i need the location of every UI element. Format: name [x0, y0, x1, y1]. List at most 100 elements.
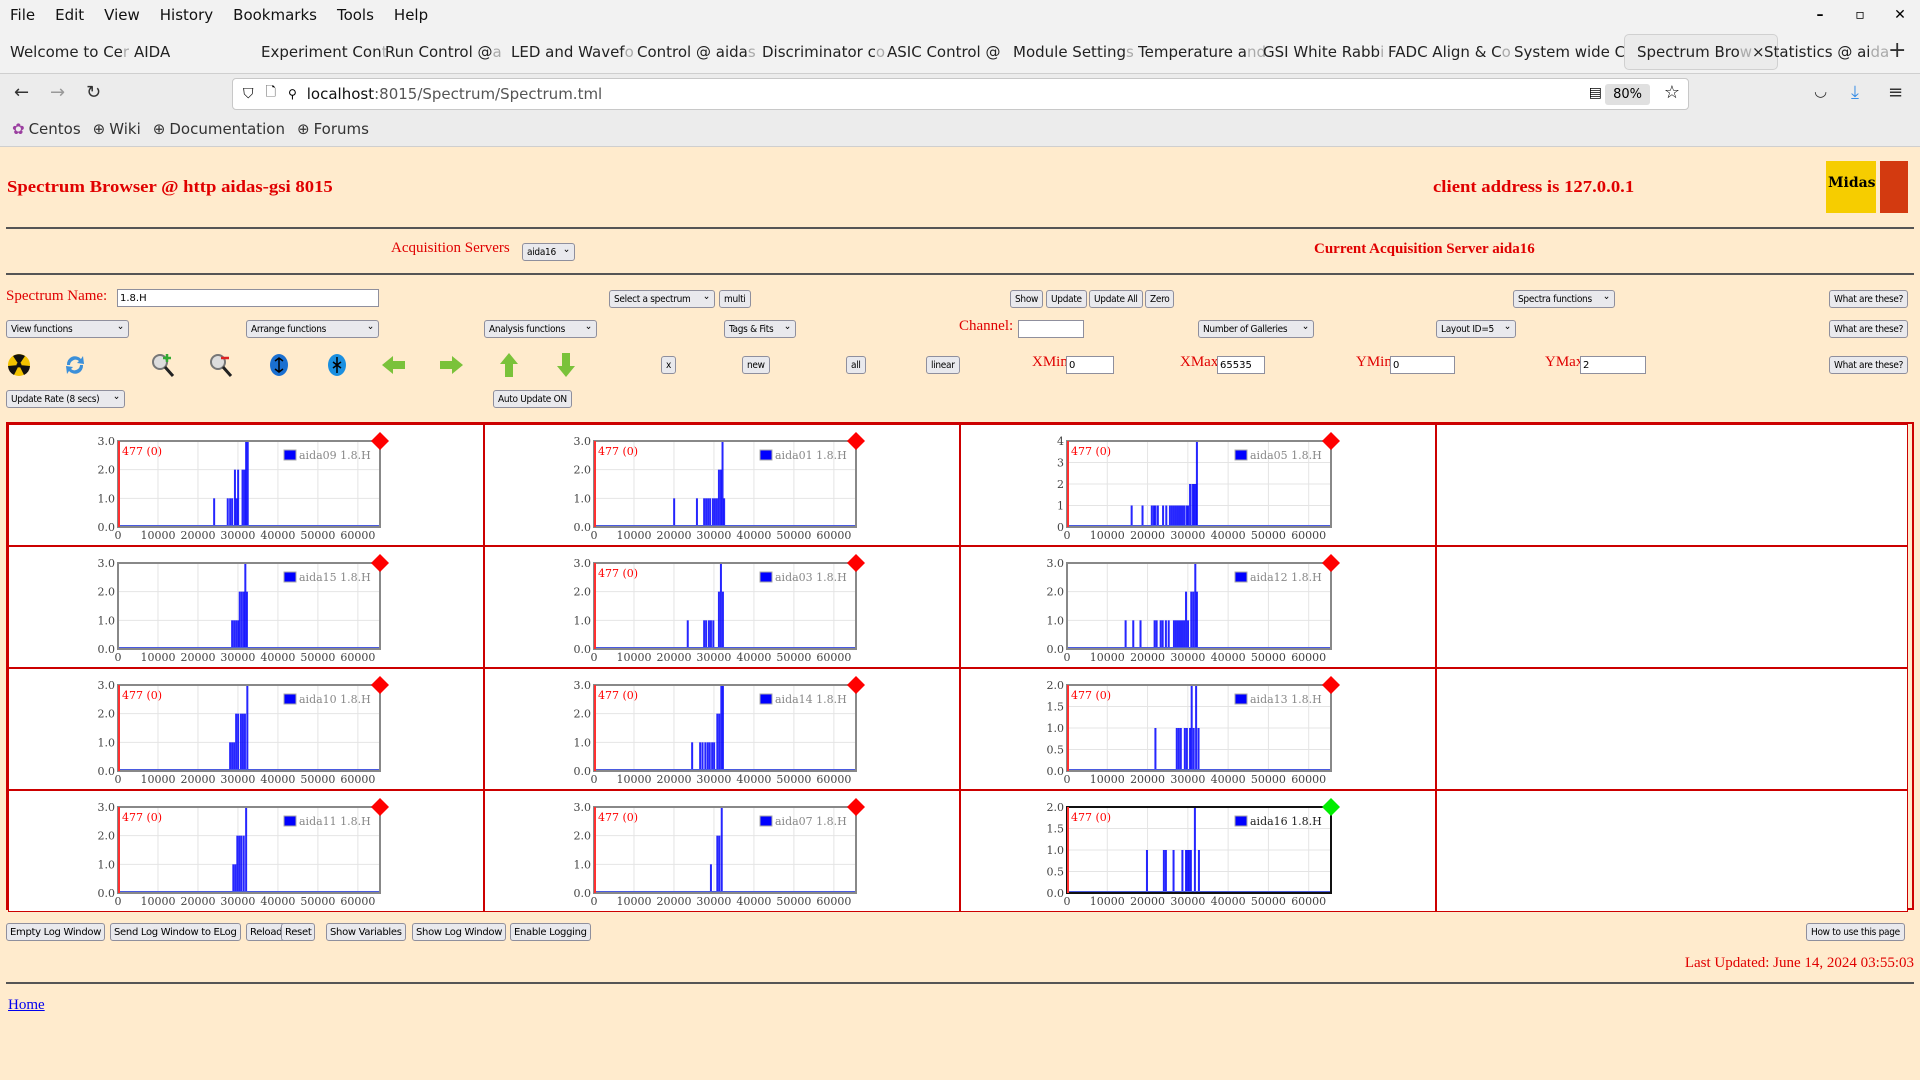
number-of-galleries-dropdown[interactable]: Number of Galleries	[1198, 320, 1314, 338]
close-window-button[interactable]: ✕	[1880, 7, 1920, 23]
tags-fits-dropdown[interactable]: Tags & Fits	[724, 320, 796, 338]
spectrum-panel[interactable]: 0 10000 20000 30000 40000 50000 60000 0.0 1.0 2.0…	[8, 790, 484, 912]
tab-1[interactable]: AIDA	[134, 34, 170, 70]
zoom-out-icon[interactable]	[208, 352, 234, 378]
all-button[interactable]: all	[846, 356, 866, 374]
spectrum-panel[interactable]: 0 10000 20000 30000 40000 50000 60000 0.0 1.0 2.0…	[8, 546, 484, 668]
refresh-icon[interactable]	[62, 352, 88, 378]
new-tab-button[interactable]: +	[1888, 38, 1906, 63]
tab-3[interactable]: Run Control @ a	[385, 34, 502, 70]
url-bar[interactable]: ⛉ 🗋 ⚲ localhost:8015/Spectrum/Spectrum.t…	[232, 78, 1689, 110]
download-icon[interactable]: ⤓	[1851, 82, 1859, 103]
bookmark-star-icon[interactable]: ☆	[1664, 82, 1680, 103]
what-are-these-button-2[interactable]: What are these?	[1829, 320, 1909, 338]
what-are-these-button-1[interactable]: What are these?	[1829, 290, 1909, 308]
permissions-icon[interactable]: ⚲	[288, 87, 297, 101]
tab-11[interactable]: FADC Align & Co	[1388, 34, 1511, 70]
arrow-down-icon[interactable]	[553, 352, 579, 378]
menu-help[interactable]: Help	[394, 6, 428, 24]
radiation-clear-icon[interactable]	[6, 352, 32, 378]
update-all-button[interactable]: Update All	[1089, 290, 1143, 308]
server-select[interactable]: aida16	[522, 243, 575, 261]
x-button[interactable]: x	[661, 356, 677, 374]
spectrum-panel[interactable]: 0 10000 20000 30000 40000 50000 60000 0.0 0.5 1.0…	[960, 790, 1436, 912]
footer-button-reset[interactable]: Reset	[281, 923, 316, 941]
expand-vertical-icon[interactable]	[266, 352, 292, 378]
forward-icon[interactable]: →	[50, 82, 65, 103]
bookmark-centos[interactable]: ✿ Centos	[12, 120, 81, 138]
footer-button-show-log-window[interactable]: Show Log Window	[412, 923, 507, 941]
menu-view[interactable]: View	[104, 6, 140, 24]
home-link[interactable]: Home	[8, 997, 45, 1014]
tab-13[interactable]: Spectrum Bro w ×	[1624, 34, 1778, 70]
footer-button-show-variables[interactable]: Show Variables	[326, 923, 406, 941]
spectrum-name-input[interactable]: 1.8.H	[117, 289, 379, 307]
bookmark-documentation[interactable]: ⊕ Documentation	[153, 120, 285, 138]
xmax-input[interactable]: 65535	[1217, 356, 1265, 374]
arrow-left-icon[interactable]	[381, 352, 407, 378]
menu-bookmarks[interactable]: Bookmarks	[233, 6, 317, 24]
tab-0[interactable]: Welcome to Ce r	[10, 34, 129, 70]
new-button[interactable]: new	[742, 356, 770, 374]
bookmark-forums[interactable]: ⊕ Forums	[297, 120, 369, 138]
reload-icon[interactable]: ↻	[86, 82, 101, 103]
reader-view-icon[interactable]: ▤	[1589, 85, 1602, 101]
how-to-use-button[interactable]: How to use this page	[1806, 923, 1905, 941]
spectrum-panel[interactable]: 0 10000 20000 30000 40000 50000 60000 0.0 1.0 2.0…	[484, 424, 960, 546]
close-tab-icon[interactable]: ×	[1752, 43, 1765, 61]
ymax-input[interactable]: 2	[1580, 356, 1646, 374]
arrange-functions-dropdown[interactable]: Arrange functions	[246, 320, 379, 338]
hamburger-menu-icon[interactable]: ≡	[1888, 82, 1903, 103]
spectrum-panel[interactable]: 0 10000 20000 30000 40000 50000 60000 0.0 1.0 2.0…	[8, 424, 484, 546]
maximize-button[interactable]: ▫	[1840, 7, 1880, 23]
auto-update-button[interactable]: Auto Update ON	[493, 390, 572, 408]
tab-2[interactable]: Experiment Con t	[261, 34, 387, 70]
zero-button[interactable]: Zero	[1145, 290, 1175, 308]
tab-12[interactable]: System wide Ch	[1514, 34, 1635, 70]
bookmark-wiki[interactable]: ⊕ Wiki	[93, 120, 141, 138]
linear-button[interactable]: linear	[926, 356, 960, 374]
compress-vertical-icon[interactable]	[324, 352, 350, 378]
spectrum-panel[interactable]: 0 10000 20000 30000 40000 50000 60000 0.0 1.0 2.0…	[484, 668, 960, 790]
pocket-icon[interactable]: ◡	[1814, 82, 1827, 100]
spectra-functions-dropdown[interactable]: Spectra functions	[1513, 290, 1615, 308]
show-button[interactable]: Show	[1010, 290, 1044, 308]
menu-edit[interactable]: Edit	[55, 6, 84, 24]
zoom-level[interactable]: 80%	[1605, 84, 1650, 105]
tab-6[interactable]: Discriminator co	[762, 34, 885, 70]
back-icon[interactable]: ←	[14, 82, 29, 103]
arrow-up-icon[interactable]	[496, 352, 522, 378]
minimize-button[interactable]: –	[1800, 7, 1840, 23]
update-button[interactable]: Update	[1046, 290, 1087, 308]
multi-button[interactable]: multi	[719, 290, 751, 308]
select-spectrum-dropdown[interactable]: Select a spectrum	[609, 290, 715, 308]
what-are-these-button-3[interactable]: What are these?	[1829, 356, 1909, 374]
spectrum-panel[interactable]: 0 10000 20000 30000 40000 50000 60000 0.0 1.0 2.0…	[960, 546, 1436, 668]
update-rate-dropdown[interactable]: Update Rate (8 secs)	[6, 390, 125, 408]
spectrum-panel[interactable]: 0 10000 20000 30000 40000 50000 60000 0.0 1.0 2.0…	[484, 790, 960, 912]
tab-4[interactable]: LED and Wavef o	[511, 34, 634, 70]
view-functions-dropdown[interactable]: View functions	[6, 320, 129, 338]
channel-input[interactable]	[1018, 320, 1084, 338]
tab-5[interactable]: Control @ aida s	[637, 34, 756, 70]
footer-button-enable-logging[interactable]: Enable Logging	[510, 923, 591, 941]
menu-history[interactable]: History	[160, 6, 213, 24]
footer-button-send-log-window-to-elog[interactable]: Send Log Window to ELog	[110, 923, 241, 941]
zoom-in-icon[interactable]	[150, 352, 176, 378]
analysis-functions-dropdown[interactable]: Analysis functions	[484, 320, 597, 338]
tab-10[interactable]: GSI White Rabb i	[1263, 34, 1384, 70]
spectrum-panel[interactable]: 0 10000 20000 30000 40000 50000 60000 0.0 1.0 2.0…	[484, 546, 960, 668]
arrow-right-icon[interactable]	[438, 352, 464, 378]
tab-14[interactable]: Statistics @ ai da	[1764, 34, 1889, 70]
menu-tools[interactable]: Tools	[337, 6, 374, 24]
tab-7[interactable]: ASIC Control @	[887, 34, 1000, 70]
ymin-input[interactable]: 0	[1390, 356, 1455, 374]
tab-9[interactable]: Temperature a nd	[1138, 34, 1266, 70]
spectrum-panel[interactable]: 0 10000 20000 30000 40000 50000 60000 0 1 2 3 4 477 …	[960, 424, 1436, 546]
xmin-input[interactable]: 0	[1066, 356, 1114, 374]
menu-file[interactable]: File	[10, 6, 35, 24]
tab-8[interactable]: Module Setting s	[1013, 34, 1134, 70]
footer-button-empty-log-window[interactable]: Empty Log Window	[6, 923, 106, 941]
spectrum-panel[interactable]: 0 10000 20000 30000 40000 50000 60000 0.0 0.5 1.0…	[960, 668, 1436, 790]
spectrum-panel[interactable]: 0 10000 20000 30000 40000 50000 60000 0.0 1.0 2.0…	[8, 668, 484, 790]
